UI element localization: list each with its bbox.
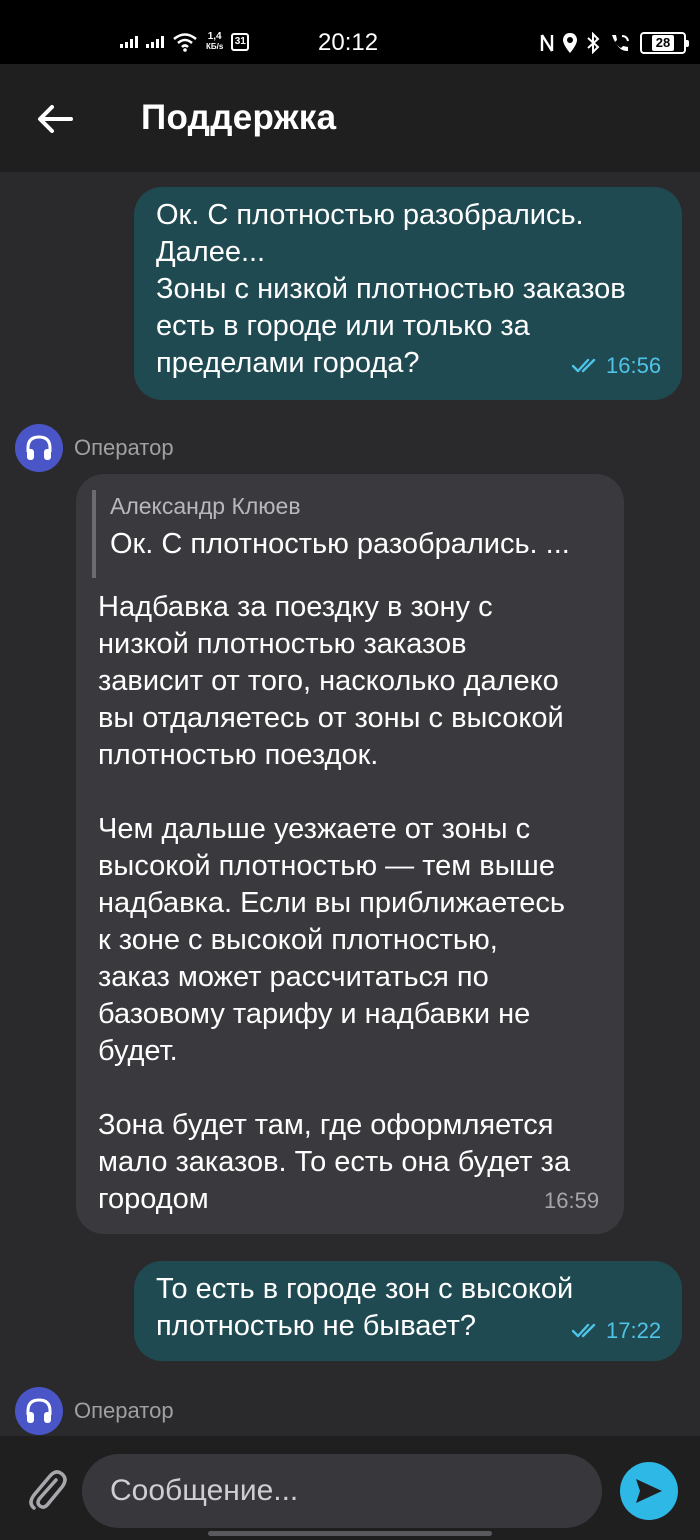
paperclip-icon — [29, 1470, 67, 1510]
operator-avatar — [15, 1387, 63, 1435]
signal-icon — [120, 36, 138, 48]
signal-icon-2 — [146, 36, 164, 48]
net-speed-indicator: 1,4 КБ/s — [206, 32, 223, 52]
outgoing-message[interactable]: То есть в городе зон с высокой плотность… — [134, 1261, 682, 1361]
message-meta: 17:22 — [572, 1318, 661, 1344]
headphones-icon — [26, 1398, 52, 1423]
nfc-icon — [540, 34, 554, 52]
page-title: Поддержка — [141, 98, 337, 137]
net-speed-value: 1,4 — [207, 31, 222, 42]
back-button[interactable] — [28, 92, 82, 146]
wifi-call-icon — [612, 35, 629, 52]
message-meta: 16:56 — [572, 353, 661, 379]
status-right-icons: 28 — [540, 31, 689, 55]
message-time: 16:56 — [606, 353, 662, 378]
app-header: Поддержка — [0, 64, 700, 172]
battery-level: 28 — [651, 35, 675, 51]
net-speed-unit: КБ/s — [206, 42, 224, 51]
quote-text: Ок. С плотностью разобрались. ... — [110, 528, 570, 560]
double-check-icon — [572, 358, 596, 373]
calendar-icon: 31 — [231, 33, 250, 51]
message-text: Ок. С плотностью разобрались. Далее... З… — [156, 199, 626, 379]
outgoing-message[interactable]: Ок. С плотностью разобрались. Далее... З… — [134, 187, 682, 400]
wifi-icon — [173, 33, 197, 52]
status-time: 20:12 — [318, 29, 379, 56]
sender-name: Оператор — [74, 435, 174, 460]
message-text: Надбавка за поездку в зону с низкой плот… — [98, 591, 571, 1215]
message-time: 16:59 — [544, 1188, 600, 1213]
status-left-icons: 1,4 КБ/s 31 — [120, 28, 250, 56]
arrow-left-icon — [38, 105, 73, 133]
message-composer — [0, 1436, 700, 1540]
send-button[interactable] — [620, 1462, 678, 1520]
bluetooth-icon — [587, 32, 600, 54]
sender-name: Оператор — [74, 1398, 174, 1423]
send-icon — [636, 1479, 662, 1503]
location-icon — [563, 33, 577, 53]
operator-avatar — [15, 424, 63, 472]
message-time: 17:22 — [606, 1318, 662, 1343]
quote-author: Александр Клюев — [110, 493, 301, 519]
headphones-icon — [26, 435, 52, 460]
status-bar: 1,4 КБ/s 31 20:12 28 — [0, 0, 700, 64]
message-text: То есть в городе зон с высокой плотность… — [156, 1273, 574, 1342]
home-indicator — [208, 1531, 492, 1536]
message-input[interactable] — [82, 1454, 602, 1528]
double-check-icon — [572, 1323, 596, 1338]
message-meta: 16:59 — [544, 1188, 599, 1214]
reply-quote[interactable]: Александр Клюев Ок. С плотностью разобра… — [92, 490, 592, 578]
attach-button[interactable] — [26, 1466, 68, 1512]
battery-icon: 28 — [640, 32, 689, 54]
